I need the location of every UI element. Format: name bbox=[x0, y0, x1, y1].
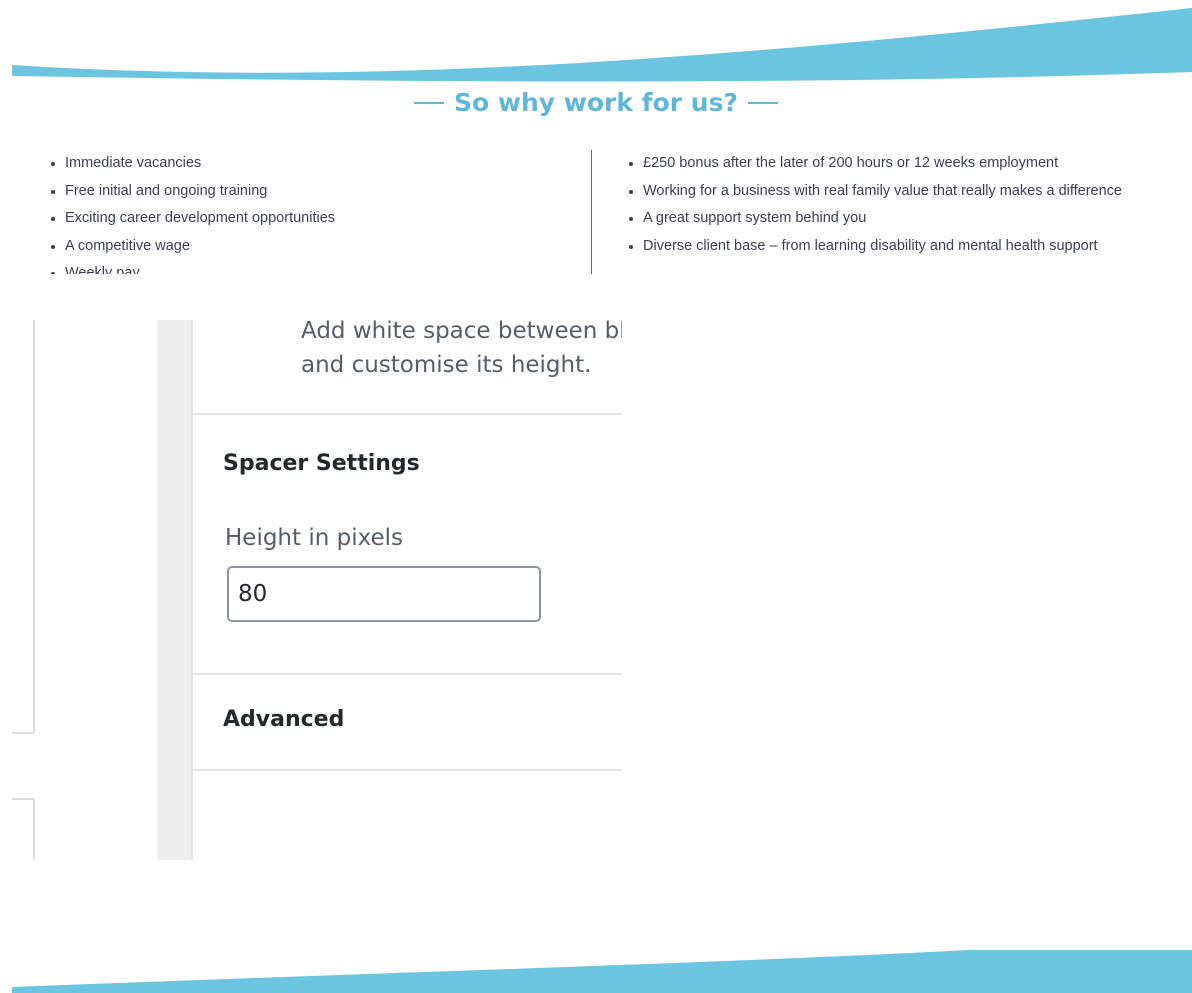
panel-divider bbox=[193, 413, 622, 415]
top-wave-decoration bbox=[12, 8, 1192, 82]
benefit-item: Immediate vacancies bbox=[48, 150, 568, 178]
editor-gutter bbox=[157, 320, 192, 860]
block-description-line: Add white space between bl bbox=[301, 320, 622, 344]
benefit-item: Free initial and ongoing training bbox=[48, 178, 568, 206]
benefit-item: A competitive wage bbox=[48, 233, 568, 261]
height-label: Height in pixels bbox=[225, 525, 404, 551]
benefit-item: Weekly pay bbox=[48, 260, 568, 274]
editor-border-line bbox=[12, 732, 34, 734]
spacer-settings-toggle[interactable]: Spacer Settings bbox=[223, 451, 420, 476]
heading-right-dash bbox=[747, 101, 778, 104]
block-settings-sidebar: Add white space between bl and customise… bbox=[193, 320, 622, 860]
block-description: Add white space between bl and customise… bbox=[301, 320, 622, 382]
panel-divider bbox=[193, 769, 622, 771]
section-heading: So why work for us? bbox=[0, 88, 1192, 117]
advanced-toggle[interactable]: Advanced bbox=[223, 707, 344, 732]
block-description-line: and customise its height. bbox=[301, 352, 592, 378]
benefit-item: Exciting career development opportunitie… bbox=[48, 205, 568, 233]
benefit-item: £250 bonus after the later of 200 hours … bbox=[626, 150, 1146, 178]
benefits-list-left: Immediate vacancies Free initial and ong… bbox=[48, 150, 568, 274]
benefits-list-right: £250 bonus after the later of 200 hours … bbox=[626, 150, 1146, 274]
benefit-item: Diverse client base – from learning disa… bbox=[626, 233, 1146, 261]
bottom-wave-decoration bbox=[12, 950, 1192, 993]
heading-text: So why work for us? bbox=[454, 88, 738, 117]
editor-border-line bbox=[12, 798, 34, 800]
editor-border-line bbox=[33, 798, 35, 860]
benefit-item: Working for a business with real family … bbox=[626, 178, 1146, 206]
editor-border-line bbox=[33, 320, 35, 733]
block-editor-screenshot: Add white space between bl and customise… bbox=[0, 280, 1192, 870]
column-divider bbox=[591, 150, 592, 274]
height-input[interactable] bbox=[227, 566, 541, 622]
heading-left-dash bbox=[414, 101, 444, 104]
benefit-item: A great support system behind you bbox=[626, 205, 1146, 233]
panel-divider bbox=[193, 673, 622, 675]
